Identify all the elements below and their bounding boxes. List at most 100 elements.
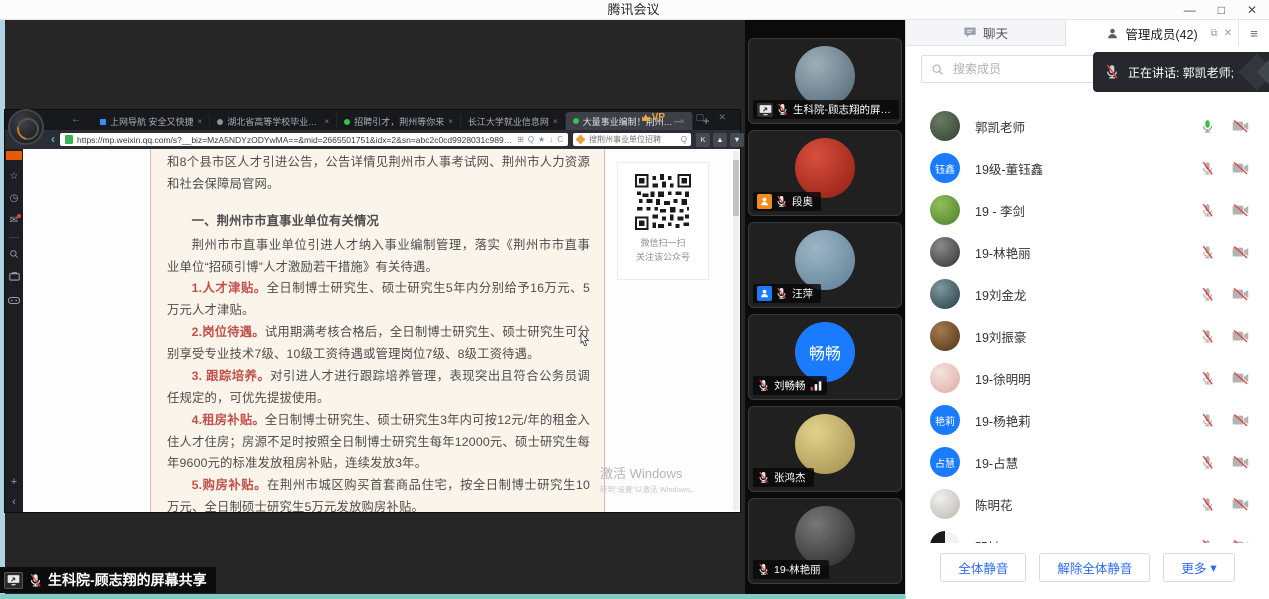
camera-icon[interactable]: [1232, 287, 1249, 301]
avatar: [930, 279, 960, 309]
member-row[interactable]: 19 - 李剑: [906, 189, 1269, 231]
member-row[interactable]: 19-林艳丽: [906, 231, 1269, 273]
popout-panel-icon[interactable]: ⧉: [1210, 28, 1217, 39]
browser-search-input[interactable]: [587, 134, 678, 145]
camera-icon[interactable]: [1232, 413, 1249, 427]
video-tile[interactable]: 段奥: [748, 130, 902, 216]
close-button[interactable]: ✕: [1247, 3, 1257, 17]
search-go-icon[interactable]: Q: [681, 135, 687, 144]
mic-muted-icon: [757, 563, 770, 576]
mic-icon[interactable]: [1200, 329, 1215, 344]
camera-icon[interactable]: [1232, 329, 1249, 343]
mic-icon[interactable]: [1200, 245, 1215, 260]
url-icon[interactable]: Q: [528, 135, 534, 144]
back-button[interactable]: ‹: [51, 130, 55, 149]
browser-toolbar-buttons[interactable]: K▲▼A▦: [696, 133, 745, 147]
page-scrollbar[interactable]: [733, 151, 739, 510]
url-text[interactable]: https://mp.weixin.qq.com/s?__biz=MzA5NDY…: [77, 135, 513, 145]
close-panel-icon[interactable]: ✕: [1224, 28, 1232, 39]
promo-tag[interactable]: [6, 151, 22, 160]
mute-all-button[interactable]: 全体静音: [940, 553, 1026, 582]
favorites-icon[interactable]: ☆: [10, 172, 19, 182]
member-row[interactable]: 邓杖: [906, 525, 1269, 543]
mic-icon[interactable]: [1200, 413, 1215, 428]
toolbar-button[interactable]: ▼: [730, 133, 744, 147]
member-row[interactable]: 19刘金龙: [906, 273, 1269, 315]
mic-icon[interactable]: [1200, 119, 1215, 134]
url-icon[interactable]: C: [557, 135, 563, 144]
tab-close-icon[interactable]: ×: [198, 117, 203, 126]
url-icon[interactable]: ★: [538, 135, 545, 144]
page-doc-icon: [65, 135, 73, 144]
meeting-titlebar: 腾讯会议 — □ ✕: [0, 0, 1269, 20]
desktop-taskbar-edge: [0, 594, 905, 599]
browser-window-controls[interactable]: ▁ ▢ ✕: [674, 112, 732, 123]
member-row[interactable]: 陈明花: [906, 483, 1269, 525]
camera-icon[interactable]: [1232, 497, 1249, 511]
avatar: [930, 531, 960, 543]
camera-icon[interactable]: [1232, 161, 1249, 175]
article-page: 和8个县市区人才引进公告，公告详情见荆州市人事考试网、荆州市人力资源和社会保障局…: [23, 149, 740, 512]
member-row[interactable]: 19-徐明明: [906, 357, 1269, 399]
member-row[interactable]: 占慧 19-占慧: [906, 441, 1269, 483]
tab-chat[interactable]: 聊天: [906, 20, 1066, 46]
browser-tabbar: ← 上网导航 安全又快捷 × 湖北省高等学校毕业生... × 招聘引才，荆州等你…: [5, 110, 740, 130]
camera-icon[interactable]: [1232, 203, 1249, 217]
mic-icon[interactable]: [1200, 497, 1215, 512]
browser-tab[interactable]: 上网导航 安全又快捷 ×: [93, 113, 210, 130]
mic-icon[interactable]: [1200, 371, 1215, 386]
sidebar-add-button[interactable]: +: [11, 476, 17, 488]
browser-search-box[interactable]: Q: [573, 133, 691, 146]
url-action-icons[interactable]: ⊞ Q ★ ↓ C: [517, 135, 563, 144]
tab-close-icon[interactable]: ×: [553, 117, 558, 126]
video-tile[interactable]: 生科院-顾志翔的屏幕...: [748, 38, 902, 124]
tab-close-icon[interactable]: ×: [325, 117, 330, 126]
video-tile[interactable]: 畅畅 刘畅畅: [748, 314, 902, 400]
camera-icon[interactable]: [1232, 371, 1249, 385]
camera-icon[interactable]: [1232, 245, 1249, 259]
browser-sidebar: ☆ ◷ ✉ + ‹: [5, 149, 23, 512]
member-row[interactable]: 郭凯老师: [906, 105, 1269, 147]
mic-icon[interactable]: [1200, 287, 1215, 302]
maximize-button[interactable]: □: [1218, 3, 1225, 17]
video-tile[interactable]: 19-林艳丽: [748, 498, 902, 584]
mic-icon[interactable]: [1200, 455, 1215, 470]
panel-menu-button[interactable]: ≡: [1238, 20, 1269, 46]
workspace-icon[interactable]: [9, 271, 20, 284]
mic-icon[interactable]: [1200, 161, 1215, 176]
mic-muted-icon: [757, 379, 770, 392]
url-field[interactable]: https://mp.weixin.qq.com/s?__biz=MzA5NDY…: [60, 133, 568, 146]
tab-close-icon[interactable]: ×: [448, 117, 453, 126]
browser-logo[interactable]: [8, 109, 44, 145]
gamepad-icon[interactable]: [8, 296, 20, 308]
video-tile[interactable]: 张鸿杰: [748, 406, 902, 492]
qr-card: 微信扫一扫 关注该公众号: [617, 162, 709, 280]
tab-manage-members[interactable]: 管理成员(42) ⧉ ✕: [1066, 20, 1238, 46]
member-row[interactable]: 钰鑫 19级-董钰鑫: [906, 147, 1269, 189]
avatar: 艳莉: [930, 405, 960, 435]
browser-tab[interactable]: 长江大学就业信息网 ×: [461, 113, 566, 130]
member-row[interactable]: 艳莉 19-杨艳莉: [906, 399, 1269, 441]
sidebar-collapse-button[interactable]: ‹: [11, 496, 17, 508]
article-card: 和8个县市区人才引进公告，公告详情见荆州市人事考试网、荆州市人力资源和社会保障局…: [150, 149, 605, 512]
url-icon[interactable]: ↓: [549, 135, 553, 144]
video-tile[interactable]: 汪萍: [748, 222, 902, 308]
vip-badge[interactable]: VP: [642, 112, 665, 123]
minimize-button[interactable]: —: [1184, 3, 1196, 17]
tab-back-icon[interactable]: ←: [71, 114, 81, 125]
browser-tab[interactable]: 招聘引才，荆州等你来 ×: [337, 113, 461, 130]
url-icon[interactable]: ⊞: [517, 135, 524, 144]
search-icon[interactable]: [9, 249, 19, 259]
history-icon[interactable]: ◷: [10, 194, 19, 204]
camera-icon[interactable]: [1232, 119, 1249, 133]
browser-tab[interactable]: 湖北省高等学校毕业生... ×: [210, 113, 337, 130]
scrollbar-thumb[interactable]: [733, 160, 739, 216]
toolbar-button[interactable]: K: [696, 133, 710, 147]
more-button[interactable]: 更多▾: [1163, 553, 1234, 582]
unmute-all-button[interactable]: 解除全体静音: [1039, 553, 1150, 582]
toolbar-button[interactable]: ▲: [713, 133, 727, 147]
mail-icon[interactable]: ✉: [10, 216, 18, 226]
member-row[interactable]: 19刘振豪: [906, 315, 1269, 357]
camera-icon[interactable]: [1232, 455, 1249, 469]
mic-icon[interactable]: [1200, 203, 1215, 218]
